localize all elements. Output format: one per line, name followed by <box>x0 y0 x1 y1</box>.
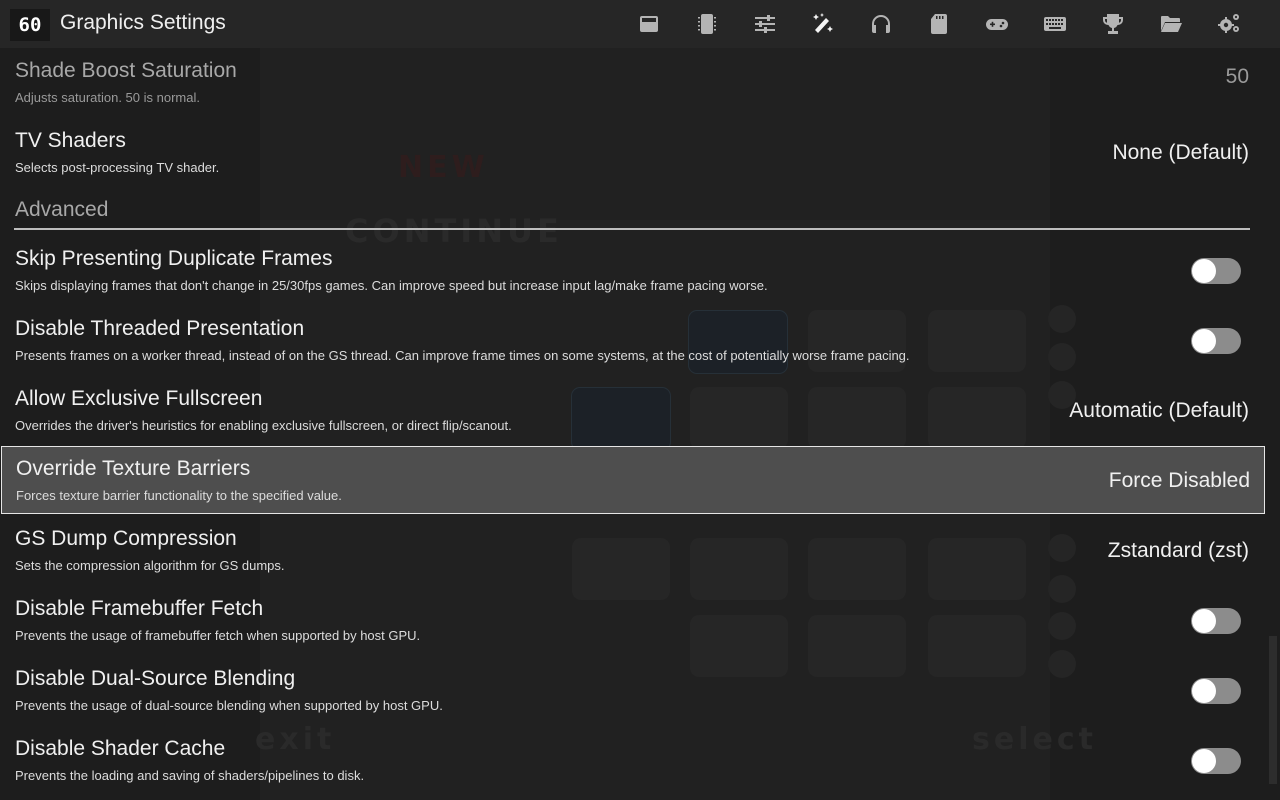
setting-description: Presents frames on a worker thread, inst… <box>15 348 910 363</box>
setting-value: Automatic (Default) <box>1069 399 1249 422</box>
toggle-switch[interactable] <box>1191 258 1241 284</box>
gears-icon[interactable] <box>1200 9 1258 39</box>
toggle-switch[interactable] <box>1191 748 1241 774</box>
scrollbar-thumb[interactable] <box>1269 636 1277 784</box>
setting-title: Skip Presenting Duplicate Frames <box>15 247 333 270</box>
setting-value: None (Default) <box>1112 141 1249 164</box>
settings-category-tabs <box>620 9 1258 39</box>
toggle-knob <box>1192 609 1216 633</box>
setting-disable-threaded-presentation[interactable]: Disable Threaded Presentation Presents f… <box>0 306 1264 374</box>
setting-title: Disable Shader Cache <box>15 737 226 760</box>
toggle-knob <box>1192 749 1216 773</box>
fps-counter: 60 <box>10 9 50 41</box>
setting-disable-dual-source-blending[interactable]: Disable Dual-Source Blending Prevents th… <box>0 656 1264 724</box>
setting-shade-boost-saturation[interactable]: Shade Boost Saturation Adjusts saturatio… <box>0 48 1264 116</box>
setting-disable-framebuffer-fetch[interactable]: Disable Framebuffer Fetch Prevents the u… <box>0 586 1264 654</box>
setting-description: Prevents the loading and saving of shade… <box>15 768 365 783</box>
folder-open-icon[interactable] <box>1142 9 1200 39</box>
setting-description: Overrides the driver's heuristics for en… <box>15 418 512 433</box>
toggle-knob <box>1192 259 1216 283</box>
setting-description: Adjusts saturation. 50 is normal. <box>15 90 200 105</box>
toggle-knob <box>1192 329 1216 353</box>
memory-card-icon[interactable] <box>910 9 968 39</box>
sliders-icon[interactable] <box>736 9 794 39</box>
setting-description: Forces texture barrier functionality to … <box>16 488 342 503</box>
header-bar: 60 Graphics Settings <box>0 0 1280 48</box>
setting-disable-shader-cache[interactable]: Disable Shader Cache Prevents the loadin… <box>0 726 1264 794</box>
setting-gs-dump-compression[interactable]: GS Dump Compression Sets the compression… <box>0 516 1264 584</box>
section-header-advanced: Advanced <box>14 194 1250 230</box>
setting-title: Disable Threaded Presentation <box>15 317 305 340</box>
magic-wand-icon[interactable] <box>794 9 852 39</box>
setting-title: Shade Boost Saturation <box>15 59 237 82</box>
summary-window-icon[interactable] <box>620 9 678 39</box>
setting-description: Prevents the usage of dual-source blendi… <box>15 698 443 713</box>
setting-description: Sets the compression algorithm for GS du… <box>15 558 285 573</box>
setting-title: GS Dump Compression <box>15 527 237 550</box>
setting-allow-exclusive-fullscreen[interactable]: Allow Exclusive Fullscreen Overrides the… <box>0 376 1264 444</box>
setting-description: Selects post-processing TV shader. <box>15 160 220 175</box>
setting-title: Disable Dual-Source Blending <box>15 667 296 690</box>
setting-title: Override Texture Barriers <box>16 457 251 480</box>
settings-list: Shade Boost Saturation Adjusts saturatio… <box>0 48 1266 800</box>
setting-value: Force Disabled <box>1108 469 1250 492</box>
page-title: Graphics Settings <box>60 11 226 34</box>
setting-skip-duplicate-frames[interactable]: Skip Presenting Duplicate Frames Skips d… <box>0 236 1264 304</box>
setting-tv-shaders[interactable]: TV Shaders Selects post-processing TV sh… <box>0 118 1264 186</box>
toggle-switch[interactable] <box>1191 608 1241 634</box>
setting-value: 50 <box>1225 65 1249 88</box>
section-title: Advanced <box>15 198 109 221</box>
gamepad-icon[interactable] <box>968 9 1026 39</box>
cpu-chip-icon[interactable] <box>678 9 736 39</box>
headphones-icon[interactable] <box>852 9 910 39</box>
toggle-switch[interactable] <box>1191 678 1241 704</box>
setting-description: Prevents the usage of framebuffer fetch … <box>15 628 421 643</box>
setting-title: Allow Exclusive Fullscreen <box>15 387 263 410</box>
toggle-switch[interactable] <box>1191 328 1241 354</box>
setting-override-texture-barriers[interactable]: Override Texture Barriers Forces texture… <box>1 446 1265 514</box>
setting-title: TV Shaders <box>15 129 126 152</box>
trophy-icon[interactable] <box>1084 9 1142 39</box>
setting-value: Zstandard (zst) <box>1107 539 1249 562</box>
setting-description: Skips displaying frames that don't chang… <box>15 278 768 293</box>
setting-title: Disable Framebuffer Fetch <box>15 597 264 620</box>
toggle-knob <box>1192 679 1216 703</box>
keyboard-icon[interactable] <box>1026 9 1084 39</box>
